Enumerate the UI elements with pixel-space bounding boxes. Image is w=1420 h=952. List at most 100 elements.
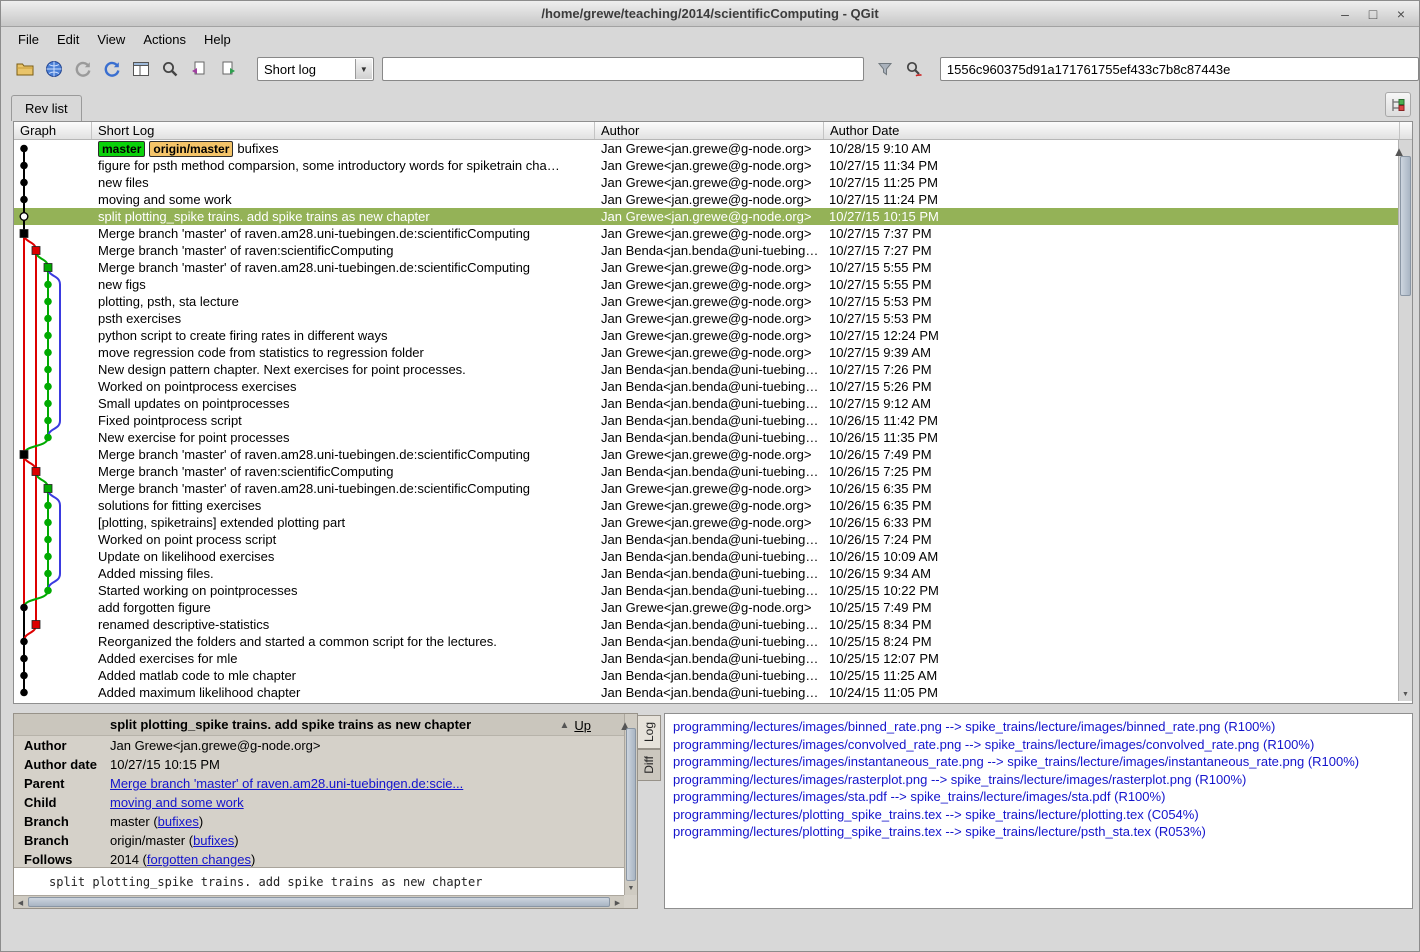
view-split-button[interactable] (127, 56, 154, 82)
maximize-button[interactable]: □ (1365, 6, 1381, 22)
commit-row-selected[interactable]: split plotting_spike trains. add spike t… (14, 208, 1412, 225)
scroll-down-icon[interactable]: ▼ (1399, 687, 1412, 701)
graph-cell (14, 599, 92, 616)
file-rename-entry[interactable]: programming/lectures/images/binned_rate.… (673, 718, 1404, 736)
table-scrollbar[interactable]: ▲ ▼ (1398, 140, 1412, 701)
commit-row[interactable]: [plotting, spiketrains] extended plottin… (14, 514, 1412, 531)
detail-link[interactable]: moving and some work (110, 795, 244, 810)
menu-edit[interactable]: Edit (48, 29, 88, 50)
open-repository-button[interactable] (11, 56, 38, 82)
commit-row[interactable]: add forgotten figureJan Grewe<jan.grewe@… (14, 599, 1412, 616)
menu-file[interactable]: File (9, 29, 48, 50)
column-header-graph[interactable]: Graph (14, 122, 92, 139)
close-button[interactable]: × (1393, 6, 1409, 22)
commit-row[interactable]: figure for psth method comparsion, some … (14, 157, 1412, 174)
commit-row[interactable]: masterorigin/masterbufixesJan Grewe<jan.… (14, 140, 1412, 157)
graph-cell (14, 242, 92, 259)
short-log-cell: Reorganized the folders and started a co… (92, 633, 595, 650)
scrollbar-thumb[interactable] (1400, 156, 1411, 296)
graph-cell (14, 310, 92, 327)
detail-link[interactable]: bufixes (158, 814, 199, 829)
view-mode-select[interactable]: Short log ▼ (257, 57, 374, 81)
commit-row[interactable]: Merge branch 'master' of raven:scientifi… (14, 242, 1412, 259)
detail-vscrollbar[interactable]: ▲ ▼ (624, 714, 637, 895)
short-log-text: Small updates on pointprocesses (98, 396, 290, 411)
file-rename-entry[interactable]: programming/lectures/plotting_spike_trai… (673, 823, 1404, 841)
up-link[interactable]: ▲ Up (559, 714, 591, 736)
title-bar[interactable]: /home/grewe/teaching/2014/scientificComp… (1, 1, 1419, 27)
author-date-cell: 10/26/15 7:25 PM (824, 463, 1412, 480)
commit-row[interactable]: renamed descriptive-statisticsJan Benda<… (14, 616, 1412, 633)
detail-hscrollbar[interactable]: ◀ ▶ (14, 895, 624, 908)
author-cell: Jan Benda<jan.benda@uni-tuebing… (595, 582, 824, 599)
detail-link[interactable]: forgotten changes (147, 852, 251, 867)
file-rename-entry[interactable]: programming/lectures/images/sta.pdf --> … (673, 788, 1404, 806)
commit-row[interactable]: Started working on pointprocessesJan Ben… (14, 582, 1412, 599)
commit-row[interactable]: Added missing files.Jan Benda<jan.benda@… (14, 565, 1412, 582)
qgit-window: /home/grewe/teaching/2014/scientificComp… (0, 0, 1420, 952)
menu-view[interactable]: View (88, 29, 134, 50)
commit-row[interactable]: Merge branch 'master' of raven.am28.uni-… (14, 225, 1412, 242)
reload-button[interactable] (98, 56, 125, 82)
author-cell: Jan Benda<jan.benda@uni-tuebing… (595, 242, 824, 259)
commit-row[interactable]: New design pattern chapter. Next exercis… (14, 361, 1412, 378)
file-rename-entry[interactable]: programming/lectures/images/instantaneou… (673, 753, 1404, 771)
short-log-cell: Merge branch 'master' of raven.am28.uni-… (92, 446, 595, 463)
file-rename-entry[interactable]: programming/lectures/images/convolved_ra… (673, 736, 1404, 754)
web-button[interactable] (40, 56, 67, 82)
search-input[interactable] (382, 57, 864, 81)
file-rename-entry[interactable]: programming/lectures/plotting_spike_trai… (673, 806, 1404, 824)
tab-log[interactable]: Log (638, 715, 661, 749)
tab-rev-list[interactable]: Rev list (11, 95, 82, 121)
file-rename-entry[interactable]: programming/lectures/images/rasterplot.p… (673, 771, 1404, 789)
commit-row[interactable]: solutions for fitting exercisesJan Grewe… (14, 497, 1412, 514)
commit-row[interactable]: psth exercisesJan Grewe<jan.grewe@g-node… (14, 310, 1412, 327)
author-cell: Jan Grewe<jan.grewe@g-node.org> (595, 208, 824, 225)
short-log-text: plotting, psth, sta lecture (98, 294, 239, 309)
commit-row[interactable]: Merge branch 'master' of raven.am28.uni-… (14, 480, 1412, 497)
detail-link[interactable]: bufixes (193, 833, 234, 848)
commit-row[interactable]: new filesJan Grewe<jan.grewe@g-node.org>… (14, 174, 1412, 191)
goto-older-button[interactable] (185, 56, 212, 82)
goto-newer-button[interactable] (214, 56, 241, 82)
commit-row[interactable]: plotting, psth, sta lectureJan Grewe<jan… (14, 293, 1412, 310)
column-header-short-log[interactable]: Short Log (92, 122, 595, 139)
commit-row[interactable]: Merge branch 'master' of raven.am28.uni-… (14, 446, 1412, 463)
highlight-button[interactable] (901, 56, 928, 82)
commit-row[interactable]: move regression code from statistics to … (14, 344, 1412, 361)
commit-row[interactable]: Update on likelihood exercisesJan Benda<… (14, 548, 1412, 565)
scroll-down-icon[interactable]: ▼ (625, 881, 637, 895)
commit-row[interactable]: New exercise for point processesJan Bend… (14, 429, 1412, 446)
find-button[interactable] (156, 56, 183, 82)
commit-row[interactable]: Added matlab code to mle chapterJan Bend… (14, 667, 1412, 684)
detail-link[interactable]: Merge branch 'master' of raven.am28.uni-… (110, 776, 463, 791)
graph-cell (14, 446, 92, 463)
sha-input[interactable] (940, 57, 1419, 81)
filter-button[interactable] (872, 56, 899, 82)
scroll-right-icon[interactable]: ▶ (611, 896, 624, 909)
scroll-left-icon[interactable]: ◀ (14, 896, 27, 909)
commit-row[interactable]: new figsJan Grewe<jan.grewe@g-node.org>1… (14, 276, 1412, 293)
commit-row[interactable]: Merge branch 'master' of raven:scientifi… (14, 463, 1412, 480)
short-log-text: Worked on pointprocess exercises (98, 379, 296, 394)
menu-help[interactable]: Help (195, 29, 240, 50)
undo-button[interactable] (69, 56, 96, 82)
commit-row[interactable]: Small updates on pointprocessesJan Benda… (14, 395, 1412, 412)
commit-row[interactable]: Reorganized the folders and started a co… (14, 633, 1412, 650)
short-log-cell: solutions for fitting exercises (92, 497, 595, 514)
menu-actions[interactable]: Actions (134, 29, 195, 50)
file-tree-button[interactable] (1385, 92, 1411, 117)
commit-row[interactable]: python script to create firing rates in … (14, 327, 1412, 344)
commit-row[interactable]: Worked on pointprocess exercisesJan Bend… (14, 378, 1412, 395)
commit-row[interactable]: moving and some workJan Grewe<jan.grewe@… (14, 191, 1412, 208)
minimize-button[interactable]: – (1337, 6, 1353, 22)
commit-row[interactable]: Worked on point process scriptJan Benda<… (14, 531, 1412, 548)
column-header-author-date[interactable]: Author Date (824, 122, 1400, 139)
commit-row[interactable]: Merge branch 'master' of raven.am28.uni-… (14, 259, 1412, 276)
tab-diff[interactable]: Diff (638, 749, 661, 781)
commit-row[interactable]: Added exercises for mleJan Benda<jan.ben… (14, 650, 1412, 667)
short-log-text: moving and some work (98, 192, 232, 207)
column-header-author[interactable]: Author (595, 122, 824, 139)
commit-row[interactable]: Fixed pointprocess scriptJan Benda<jan.b… (14, 412, 1412, 429)
commit-row[interactable]: Added maximum likelihood chapterJan Bend… (14, 684, 1412, 701)
